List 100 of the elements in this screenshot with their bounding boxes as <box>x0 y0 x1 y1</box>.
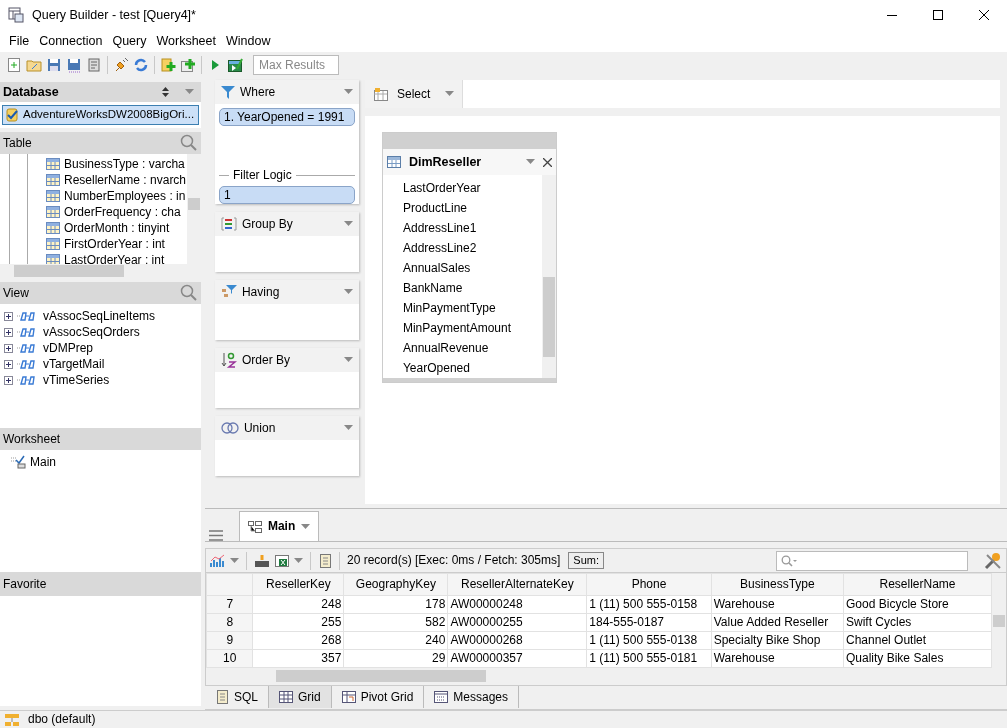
table-cell: AW00000248 <box>447 595 587 614</box>
caret-icon[interactable] <box>185 89 194 95</box>
database-item[interactable]: AdventureWorksDW2008BigOri... <box>2 105 199 125</box>
sort-icon[interactable] <box>162 87 169 97</box>
table-column[interactable]: BankName <box>402 278 542 298</box>
column-header[interactable]: Phone <box>586 573 712 596</box>
expand-icon[interactable] <box>4 375 13 385</box>
expand-icon[interactable] <box>4 311 13 321</box>
expand-icon[interactable] <box>4 343 13 353</box>
filter-logic-field[interactable]: 1 <box>218 186 355 205</box>
caret-icon[interactable] <box>525 159 535 165</box>
view-item[interactable]: vTimeSeries <box>43 372 110 388</box>
caret-icon[interactable] <box>343 357 353 364</box>
bottom-tab[interactable]: Pivot Grid <box>331 686 425 708</box>
menu-item[interactable]: File <box>4 33 35 49</box>
clause-title: Union <box>243 421 277 436</box>
menu-icon[interactable] <box>208 530 223 541</box>
expand-icon[interactable] <box>4 327 13 337</box>
select-table-icon <box>372 87 389 101</box>
caret-icon[interactable] <box>343 221 353 228</box>
search-icon <box>781 554 797 567</box>
caret-icon[interactable] <box>343 289 353 296</box>
group-icon <box>220 217 237 232</box>
worksheet-icon <box>247 520 262 533</box>
table-column[interactable]: YearOpened <box>402 358 542 378</box>
menu-item[interactable]: Window <box>220 33 276 49</box>
column-item[interactable]: LastOrderYear : int <box>64 252 165 264</box>
view-item[interactable]: vDMPrep <box>43 340 93 356</box>
close-icon[interactable] <box>542 157 552 167</box>
column-icon <box>46 158 60 170</box>
column-header[interactable]: ResellerKey <box>253 573 344 596</box>
filter-logic-label: Filter Logic <box>232 168 292 183</box>
caret-icon[interactable] <box>301 523 311 530</box>
table-cell: Channel Outlet <box>843 631 992 650</box>
select-panel-header[interactable]: Select <box>364 80 463 108</box>
caret-icon[interactable] <box>229 557 239 564</box>
table-cell: Warehouse <box>711 595 844 614</box>
view-item[interactable]: vAssocSeqOrders <box>43 324 140 340</box>
search-icon[interactable] <box>180 284 198 302</box>
tools-icon[interactable] <box>984 551 1002 570</box>
table-column[interactable]: AddressLine2 <box>402 238 542 258</box>
caret-icon[interactable] <box>343 89 353 95</box>
column-item[interactable]: OrderMonth : tinyint <box>64 220 170 236</box>
schema-label: dbo (default) <box>28 712 96 727</box>
add-grid-icon <box>180 57 196 73</box>
bottom-tab[interactable]: SQL <box>204 686 269 708</box>
menu-item[interactable]: Worksheet <box>151 33 221 49</box>
plug-icon <box>113 57 129 73</box>
column-item[interactable]: ResellerName : nvarch <box>64 172 187 188</box>
tree-item[interactable]: Main <box>30 454 56 470</box>
script-icon[interactable] <box>317 552 332 569</box>
bottom-tab[interactable]: Grid <box>268 686 332 708</box>
having-icon <box>220 285 237 300</box>
result-tab[interactable]: Main <box>238 511 320 541</box>
column-header[interactable]: ResellerAlternateKey <box>447 573 587 596</box>
search-icon[interactable] <box>180 134 198 152</box>
table-column[interactable]: AnnualRevenue <box>402 338 542 358</box>
condition-chip[interactable]: 1. YearOpened = 1991 <box>218 108 355 126</box>
minimize-icon <box>887 14 897 16</box>
table-cell: Specialty Bike Shop <box>711 631 844 650</box>
table-cell: Quality Bike Sales <box>843 649 992 668</box>
clause-title: Having <box>241 285 281 300</box>
expand-icon[interactable] <box>4 359 13 369</box>
excel-icon[interactable] <box>273 553 290 568</box>
column-item[interactable]: NumberEmployees : in <box>64 188 186 204</box>
table-cell: 1 (11) 500 555-0158 <box>586 595 712 614</box>
search-field[interactable] <box>776 550 968 571</box>
bottom-tab[interactable]: Messages <box>424 686 520 708</box>
caret-icon[interactable] <box>293 557 303 564</box>
max-results-field[interactable]: Max Results <box>253 55 339 75</box>
column-header[interactable]: ResellerName <box>843 573 992 596</box>
column-item[interactable]: FirstOrderYear : int <box>64 236 165 252</box>
table-column[interactable]: AnnualSales <box>402 258 542 278</box>
chart-icon[interactable] <box>209 553 226 568</box>
table-card[interactable]: DimReseller LastOrderYear ProductLine AddressLine1 AddressLine2 AnnualSales BankName MinPaymentType MinPaymentAmount AnnualRevenue YearOpened <box>381 132 557 383</box>
view-item[interactable]: vTargetMail <box>43 356 105 372</box>
column-header[interactable]: GeographyKey <box>343 573 448 596</box>
column-item[interactable]: OrderFrequency : cha <box>64 204 181 220</box>
menu-item[interactable]: Query <box>107 33 152 49</box>
view-item[interactable]: vAssocSeqLineItems <box>43 308 156 324</box>
caret-icon[interactable] <box>343 425 353 432</box>
table-column[interactable]: MinPaymentAmount <box>402 318 542 338</box>
table-cell: Good Bicycle Store <box>843 595 992 614</box>
export-icon[interactable] <box>253 553 270 568</box>
table-column[interactable]: ProductLine <box>402 198 542 218</box>
close-icon <box>979 10 989 20</box>
table-column[interactable]: AddressLine1 <box>402 218 542 238</box>
worksheet-icon <box>10 455 26 469</box>
table-column[interactable]: MinPaymentType <box>402 298 542 318</box>
table-cell: 248 <box>253 595 344 614</box>
table-column[interactable]: LastOrderYear <box>402 178 542 198</box>
refresh-icon <box>133 57 149 73</box>
column-icon <box>46 174 60 186</box>
column-item[interactable]: BusinessType : varcha <box>64 156 185 172</box>
window-title: Query Builder - test [Query4]* <box>32 7 196 23</box>
sum-button[interactable]: Sum: <box>568 551 605 570</box>
column-header[interactable]: BusinessType <box>711 573 844 596</box>
vertical-scrollbar[interactable] <box>541 175 556 378</box>
app-icon <box>8 7 24 23</box>
menu-item[interactable]: Connection <box>34 33 108 49</box>
